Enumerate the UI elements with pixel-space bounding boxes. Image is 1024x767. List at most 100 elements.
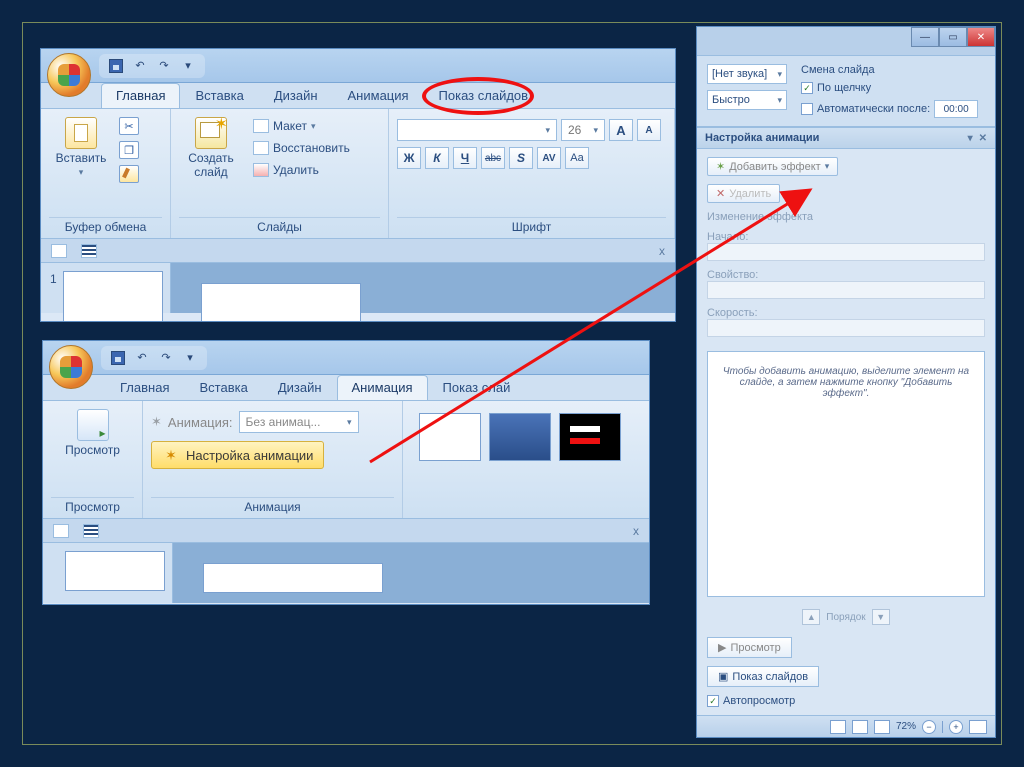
checkbox-icon [801, 103, 813, 115]
normal-view-button[interactable] [830, 720, 846, 734]
shrink-font-button[interactable]: A [637, 119, 661, 141]
tab-design[interactable]: Дизайн [259, 83, 333, 108]
speed-combo[interactable]: Быстро▾ [707, 90, 787, 110]
reset-icon [253, 141, 269, 155]
property-combo[interactable] [707, 281, 985, 299]
redo-button[interactable]: ↷ [155, 57, 173, 75]
strike-button[interactable]: abc [481, 147, 505, 169]
tab-animation-2[interactable]: Анимация [337, 375, 428, 400]
tab-design-2[interactable]: Дизайн [263, 375, 337, 400]
font-name-combo[interactable]: ▾ [397, 119, 557, 141]
preview-button[interactable]: ▸ Просмотр [61, 405, 125, 461]
italic-button[interactable]: К [425, 147, 449, 169]
chevron-down-icon: ▾ [79, 167, 84, 178]
transition-cut[interactable] [559, 413, 621, 461]
close-button[interactable]: ✕ [967, 27, 995, 47]
new-slide-button[interactable]: Создать слайд [179, 113, 243, 183]
autopreview-checkbox[interactable]: ✓Автопросмотр [707, 695, 985, 707]
maximize-button[interactable]: ▭ [939, 27, 967, 47]
save-button-2[interactable] [109, 349, 127, 367]
tab-home[interactable]: Главная [101, 83, 180, 108]
copy-button[interactable] [119, 141, 139, 159]
tab-home-2[interactable]: Главная [105, 375, 184, 400]
format-painter-button[interactable] [119, 165, 139, 183]
sound-combo[interactable]: [Нет звука]▾ [707, 64, 787, 84]
undo-button-2[interactable]: ↶ [133, 349, 151, 367]
transition-options: [Нет звука]▾ Быстро▾ Смена слайда ✓По ще… [697, 55, 995, 127]
qat-more[interactable]: ▾ [179, 57, 197, 75]
slideshow-view-button[interactable] [874, 720, 890, 734]
change-case-button[interactable]: Aa [565, 147, 589, 169]
slide-thumbnail[interactable]: 1 [63, 271, 163, 322]
outline-tab[interactable] [81, 244, 97, 258]
reset-button[interactable]: Восстановить [249, 139, 354, 157]
tab-slideshow[interactable]: Показ слайдов [424, 83, 544, 108]
move-up-button[interactable]: ▲ [802, 609, 820, 625]
redo-button-2[interactable]: ↷ [157, 349, 175, 367]
property-label: Свойство: [707, 269, 985, 281]
slide-page-2[interactable] [203, 563, 383, 593]
new-slide-label: Создать слайд [188, 151, 234, 179]
thumbnail-pane-2 [43, 543, 173, 603]
remove-effect-button[interactable]: ✕Удалить [707, 184, 780, 203]
delete-label: Удалить [273, 163, 319, 177]
on-click-checkbox[interactable]: ✓По щелчку [801, 82, 985, 94]
status-bar: 72% − + [697, 715, 995, 737]
transition-fade[interactable] [489, 413, 551, 461]
play-button[interactable]: ▶ Просмотр [707, 637, 792, 658]
qat-more-2[interactable]: ▾ [181, 349, 199, 367]
delete-button[interactable]: Удалить [249, 161, 354, 179]
layout-button[interactable]: Макет▾ [249, 117, 354, 135]
auto-time[interactable]: 00:00 [934, 100, 978, 118]
sorter-view-button[interactable] [852, 720, 868, 734]
outline-tab-2[interactable] [83, 524, 99, 538]
minimize-button[interactable]: — [911, 27, 939, 47]
font-size-value: 26 [568, 123, 581, 137]
tab-insert[interactable]: Вставка [180, 83, 258, 108]
fit-button[interactable] [969, 720, 987, 734]
slideshow-button[interactable]: ▣ Показ слайдов [707, 666, 819, 687]
auto-after-checkbox[interactable]: Автоматически после: 00:00 [801, 100, 985, 118]
custom-animation-pane: Настройка анимации ▾✕ ✶Добавить эффект▾ … [697, 127, 995, 715]
undo-button[interactable]: ↶ [131, 57, 149, 75]
speed-effect-combo[interactable] [707, 319, 985, 337]
powerpoint-window-home: ↶ ↷ ▾ Главная Вставка Дизайн Анимация По… [40, 48, 676, 322]
slide-thumbnail-2[interactable] [65, 551, 165, 591]
powerpoint-window-animation: ↶ ↷ ▾ Главная Вставка Дизайн Анимация По… [42, 340, 650, 605]
taskpane-menu[interactable]: ▾ [968, 133, 973, 144]
group-font: ▾ 26▾ A A Ж К Ч abc S AV Aa Шрифт [389, 109, 675, 238]
tab-insert-2[interactable]: Вставка [184, 375, 262, 400]
shadow-button[interactable]: S [509, 147, 533, 169]
grow-font-button[interactable]: A [609, 119, 633, 141]
bold-button[interactable]: Ж [397, 147, 421, 169]
group-font-label: Шрифт [397, 217, 666, 236]
slide-page[interactable] [201, 283, 361, 322]
zoom-out-button[interactable]: − [922, 720, 936, 734]
slides-tab-2[interactable] [53, 524, 69, 538]
tab-slideshow-2[interactable]: Показ слай [428, 375, 526, 400]
pane-close[interactable]: x [659, 244, 665, 258]
font-size-combo[interactable]: 26▾ [561, 119, 605, 141]
add-effect-button[interactable]: ✶Добавить эффект▾ [707, 157, 838, 176]
taskpane-close[interactable]: ✕ [979, 133, 987, 144]
underline-button[interactable]: Ч [453, 147, 477, 169]
custom-animation-button[interactable]: ✶ Настройка анимации [151, 441, 324, 469]
pane-close-2[interactable]: x [633, 524, 639, 538]
cut-button[interactable] [119, 117, 139, 135]
save-button[interactable] [107, 57, 125, 75]
animation-combo[interactable]: Без анимац...▾ [239, 411, 359, 433]
paste-icon [65, 117, 97, 149]
move-down-button[interactable]: ▼ [872, 609, 890, 625]
slideshow-label: Показ слайдов [732, 671, 808, 683]
paste-button[interactable]: Вставить ▾ [49, 113, 113, 182]
slides-tab[interactable] [51, 244, 67, 258]
office-button-2[interactable] [49, 345, 93, 389]
slides-outline-tabs: x [41, 239, 675, 263]
tab-animation[interactable]: Анимация [333, 83, 424, 108]
zoom-in-button[interactable]: + [949, 720, 963, 734]
office-button[interactable] [47, 53, 91, 97]
spacing-button[interactable]: AV [537, 147, 561, 169]
transition-none[interactable] [419, 413, 481, 461]
speed-value: Быстро [712, 94, 750, 106]
start-combo[interactable] [707, 243, 985, 261]
